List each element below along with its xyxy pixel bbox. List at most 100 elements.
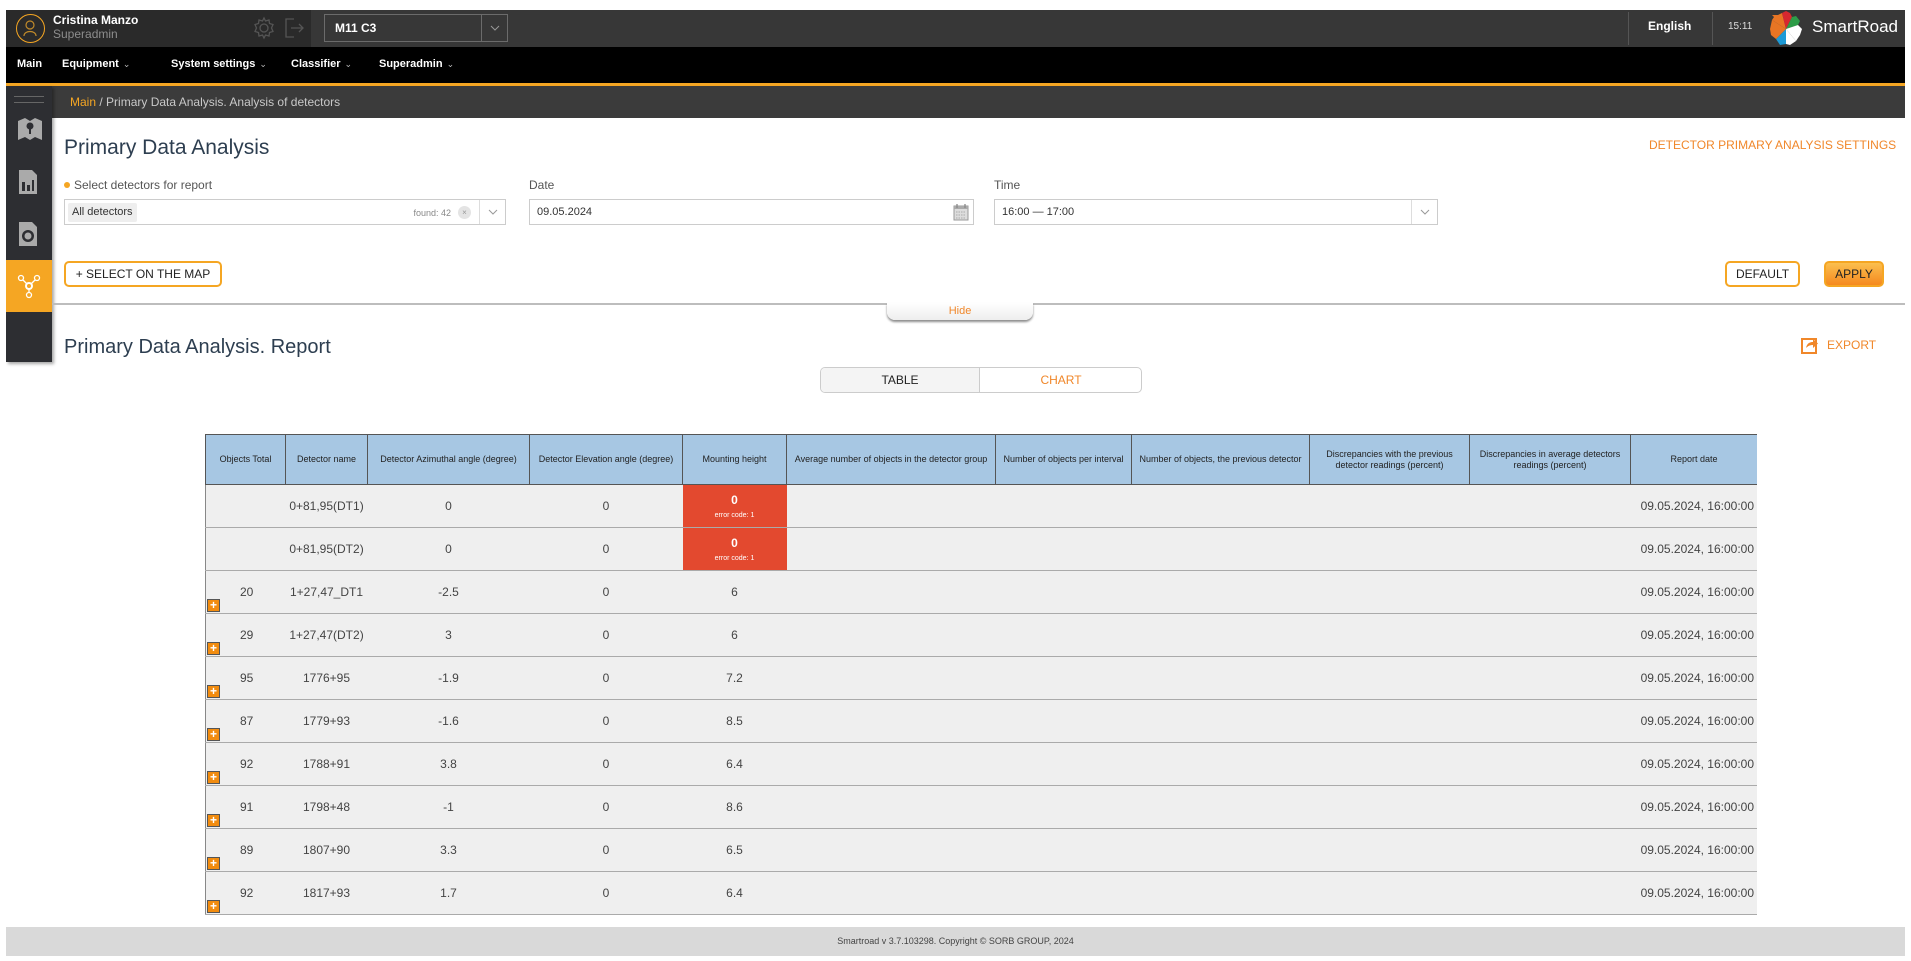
sidebar-item-reports[interactable] (6, 156, 52, 208)
column-header[interactable]: Mounting height (682, 434, 787, 485)
cell-objects-total (205, 527, 286, 571)
report-table: Objects Total Detector name Detector Azi… (205, 434, 1757, 915)
calendar-icon[interactable] (953, 203, 969, 226)
cell-disc-avg (1469, 871, 1631, 915)
table-row[interactable]: 0+81,95(DT1) 0 0 0 error code: 1 09.05.2024, … (205, 484, 1757, 528)
column-header[interactable]: Detector Elevation angle (degree) (529, 434, 683, 485)
nav-classifier[interactable]: Classifier ⌄ (291, 58, 352, 70)
table-row[interactable]: 92 +1788+91 3.8 0 6.4 09.05.2024, 16:00:00 (205, 742, 1757, 786)
column-header[interactable]: Average number of objects in the detecto… (786, 434, 996, 485)
cell-elevation: 0 (529, 742, 683, 786)
nav-system-settings[interactable]: System settings ⌄ (171, 58, 267, 70)
cell-objects-total: 92 + (205, 871, 286, 915)
cell-date: 09.05.2024, 16:00:00 (1630, 785, 1757, 829)
nav-equipment[interactable]: Equipment ⌄ (62, 58, 130, 70)
expand-row-icon[interactable]: + (207, 814, 220, 827)
cell-name: 0+81,95(DT1) (285, 484, 368, 528)
column-header[interactable]: Number of objects per interval (995, 434, 1132, 485)
column-header[interactable]: Detector name (285, 434, 368, 485)
language-select[interactable]: English (1648, 19, 1691, 33)
time-select[interactable]: 16:00 — 17:00 (994, 199, 1438, 225)
brand-name: SmartRoad (1812, 17, 1898, 36)
chevron-down-icon[interactable] (481, 15, 507, 41)
user-role: Superadmin (53, 27, 118, 41)
chevron-down-icon[interactable] (479, 200, 505, 224)
cell-date: 09.05.2024, 16:00:00 (1630, 613, 1757, 657)
cell-avg-group (786, 742, 996, 786)
expand-row-icon[interactable]: + (207, 857, 220, 870)
column-header[interactable]: Discrepancies in average detectors readi… (1469, 434, 1631, 485)
cell-avg-group (786, 527, 996, 571)
breadcrumb: Main / Primary Data Analysis. Analysis o… (70, 95, 340, 109)
project-select-value: M11 C3 (335, 21, 377, 35)
column-header[interactable]: Number of objects, the previous detector (1131, 434, 1310, 485)
detector-settings-link[interactable]: DETECTOR PRIMARY ANALYSIS SETTINGS (1649, 138, 1896, 152)
detectors-select[interactable]: All detectors found: 42 × (64, 199, 506, 225)
sidebar-item-map[interactable] (6, 104, 52, 156)
date-input[interactable]: 09.05.2024 (529, 199, 974, 225)
tab-chart[interactable]: CHART (981, 368, 1141, 392)
cell-per-interval (995, 742, 1132, 786)
default-button[interactable]: DEFAULT (1725, 261, 1800, 287)
export-label: EXPORT (1827, 338, 1877, 352)
cell-date: 09.05.2024, 16:00:00 (1630, 828, 1757, 872)
cell-azimuth: 1.7 (367, 871, 530, 915)
column-header[interactable]: Discrepancies with the previous detector… (1309, 434, 1470, 485)
tab-table[interactable]: TABLE (821, 368, 980, 392)
cell-objects-total: 91 + (205, 785, 286, 829)
nav-main[interactable]: Main (17, 58, 42, 70)
table-row[interactable]: 91 +1798+48 -1 0 8.6 09.05.2024, 16:00:00 (205, 785, 1757, 829)
gear-icon[interactable] (252, 16, 276, 40)
expand-row-icon[interactable]: + (207, 599, 220, 612)
table-row[interactable]: 95 +1776+95 -1.9 0 7.2 09.05.2024, 16:00:00 (205, 656, 1757, 700)
export-icon (1801, 338, 1818, 354)
expand-row-icon[interactable]: + (207, 685, 220, 698)
cell-date: 09.05.2024, 16:00:00 (1630, 699, 1757, 743)
column-header[interactable]: Objects Total (205, 434, 286, 485)
cell-elevation: 0 (529, 613, 683, 657)
report-chart-icon (19, 170, 37, 194)
cell-name: 0+81,95(DT2) (285, 527, 368, 571)
sidebar-item-analysis[interactable] (6, 260, 52, 312)
report-table-container[interactable]: Objects Total Detector name Detector Azi… (205, 434, 1757, 927)
expand-row-icon[interactable]: + (207, 728, 220, 741)
date-value: 09.05.2024 (537, 206, 593, 218)
table-row[interactable]: 89 +1807+90 3.3 0 6.5 09.05.2024, 16:00:00 (205, 828, 1757, 872)
project-select[interactable]: M11 C3 (324, 14, 508, 42)
breadcrumb-main-link[interactable]: Main (70, 95, 96, 109)
table-row[interactable]: 29 +1+27,47(DT2) 3 0 6 09.05.2024, 16:00:00 (205, 613, 1757, 657)
cell-objects-total: 20 + (205, 570, 286, 614)
user-icon[interactable] (16, 14, 45, 43)
cell-azimuth: -1 (367, 785, 530, 829)
table-row[interactable]: 20 +1+27,47_DT1 -2.5 0 6 09.05.2024, 16:00:00 (205, 570, 1757, 614)
cell-objects-total: 92 + (205, 742, 286, 786)
cell-date: 09.05.2024, 16:00:00 (1630, 484, 1757, 528)
apply-button[interactable]: APPLY (1824, 261, 1884, 287)
export-button[interactable]: EXPORT (1801, 338, 1877, 354)
cell-disc-avg (1469, 527, 1631, 571)
hide-filters-button[interactable]: Hide (887, 303, 1033, 320)
nav-superadmin[interactable]: Superadmin ⌄ (379, 58, 454, 70)
column-header[interactable]: Detector Azimuthal angle (degree) (367, 434, 530, 485)
objects-total-value: 20 (240, 585, 254, 599)
table-row[interactable]: 0+81,95(DT2) 0 0 0 error code: 1 09.05.2024, … (205, 527, 1757, 571)
chevron-down-icon[interactable] (1411, 200, 1437, 224)
table-header-row: Objects Total Detector name Detector Azi… (205, 434, 1757, 485)
select-on-map-button[interactable]: + SELECT ON THE MAP (64, 261, 222, 287)
expand-row-icon[interactable]: + (207, 900, 220, 913)
table-row[interactable]: 92 +1817+93 1.7 0 6.4 09.05.2024, 16:00:00 (205, 871, 1757, 915)
time-label: Time (994, 178, 1021, 192)
cell-avg-group (786, 570, 996, 614)
objects-total-value: 91 (240, 800, 254, 814)
sidebar-item-detectors[interactable] (6, 208, 52, 260)
date-label: Date (529, 178, 555, 192)
expand-row-icon[interactable]: + (207, 771, 220, 784)
column-header[interactable]: Report date (1630, 434, 1757, 485)
table-row[interactable]: 87 +1779+93 -1.6 0 8.5 09.05.2024, 16:00:00 (205, 699, 1757, 743)
clear-icon[interactable]: × (458, 206, 471, 219)
mounting-height-value: 0 (731, 536, 738, 550)
expand-row-icon[interactable]: + (207, 642, 220, 655)
cell-objects-total: 87 + (205, 699, 286, 743)
logout-icon[interactable] (282, 16, 306, 40)
error-code: error code: 1 (714, 512, 755, 519)
